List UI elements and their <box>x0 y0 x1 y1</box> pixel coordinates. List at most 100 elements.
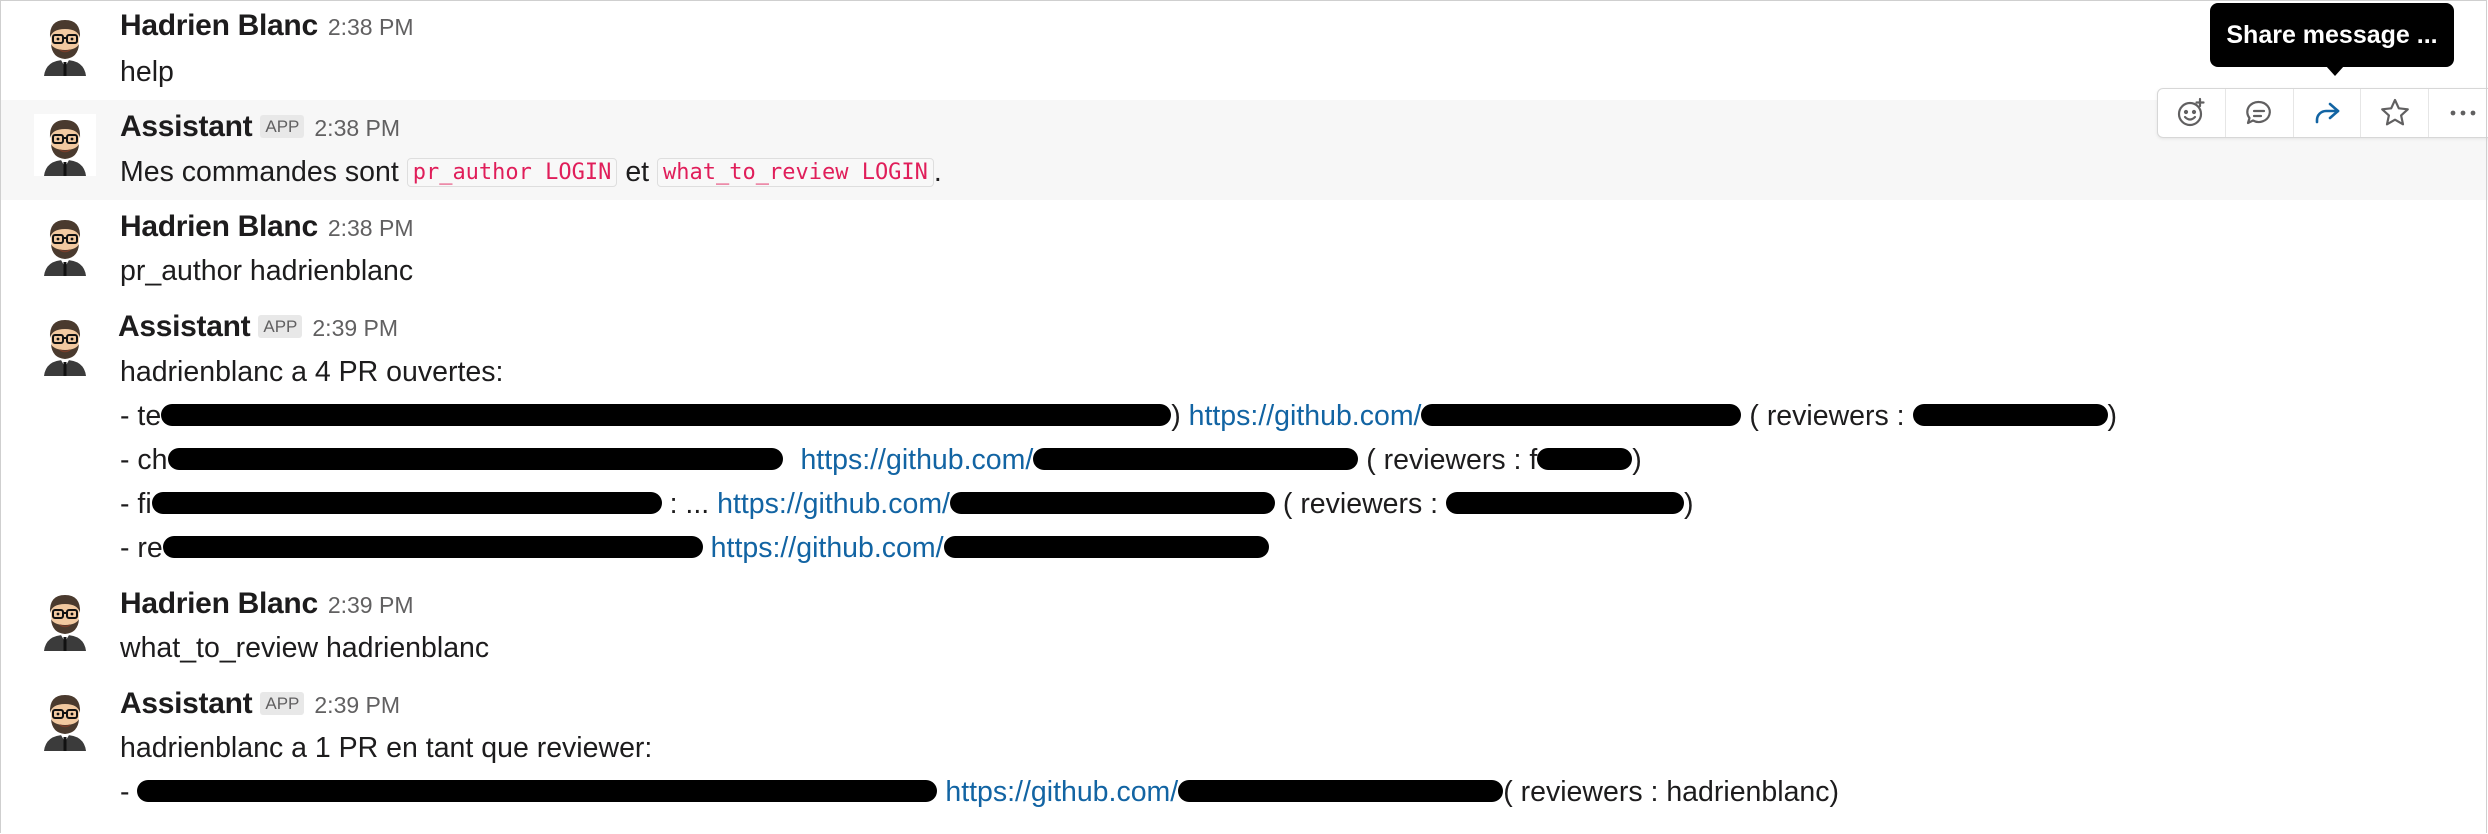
app-badge: APP <box>260 692 305 715</box>
list-prefix: - te <box>120 400 162 432</box>
redaction-bar <box>943 536 1269 559</box>
message-header: Assistant APP 2:39 PM <box>120 687 400 723</box>
avatar[interactable] <box>34 14 96 76</box>
link-text[interactable]: https://github.com/ <box>945 776 1178 808</box>
link-text[interactable]: https://github.com/ <box>1189 400 1422 432</box>
redaction-bar <box>161 404 1172 427</box>
redaction-bar <box>1537 448 1633 471</box>
timestamp[interactable]: 2:38 PM <box>328 14 414 40</box>
link-text[interactable]: https://github.com/ <box>800 444 1033 476</box>
list-text: ) <box>2107 400 2118 432</box>
timestamp[interactable]: 2:39 PM <box>328 592 414 618</box>
reviewers-label: ( reviewers : <box>1749 400 1905 432</box>
tooltip-arrow <box>2326 66 2344 76</box>
app-badge: APP <box>258 315 303 338</box>
inline-code: pr_author LOGIN <box>406 158 618 187</box>
redaction-bar <box>1033 448 1359 471</box>
add-reaction-icon <box>2178 97 2205 127</box>
github-link[interactable]: https://github.com/ <box>1189 400 1742 432</box>
reviewers-label: ( reviewers : hadrienblanc) <box>1503 776 1840 808</box>
more-actions-icon <box>2450 110 2475 116</box>
list-text: ) <box>1684 488 1694 520</box>
message-hadrien-help: Hadrien Blanc 2:38 PM help <box>0 0 2488 100</box>
message-text: help <box>120 56 174 88</box>
reply-thread-button[interactable] <box>2226 89 2294 137</box>
avatar[interactable] <box>34 114 96 176</box>
list-item: - te) https://github.com/ ( reviewers : … <box>120 400 2117 433</box>
redaction-bar <box>151 492 662 515</box>
message-text: Mes commandes sont pr_author LOGIN et wh… <box>120 156 942 189</box>
message-text: pr_author hadrienblanc <box>120 255 414 287</box>
message-text: hadrienblanc a 4 PR ouvertes: <box>120 356 504 388</box>
star-icon <box>2380 98 2409 126</box>
message-header: Hadrien Blanc 2:39 PM <box>120 587 413 623</box>
share-message-tooltip: Share message ... <box>2210 3 2454 67</box>
message-pane: Hadrien Blanc 2:38 PM help Assistant APP 2:… <box>0 0 2488 834</box>
inline-code: what_to_review LOGIN <box>657 158 934 187</box>
list-item: - ch https://github.com/ ( reviewers : f… <box>120 444 1642 477</box>
redaction-bar <box>167 448 783 471</box>
avatar[interactable] <box>34 214 96 276</box>
reviewers-label: ( reviewers : f <box>1366 444 1538 476</box>
message-text: what_to_review hadrienblanc <box>120 632 490 664</box>
avatar[interactable] <box>34 314 96 376</box>
more-actions-button[interactable] <box>2429 89 2488 137</box>
message-header: Hadrien Blanc 2:38 PM <box>120 210 413 246</box>
message-header: Assistant APP 2:39 PM <box>118 310 398 346</box>
link-text[interactable]: https://github.com/ <box>717 488 950 520</box>
redaction-bar <box>137 780 938 803</box>
list-prefix: - fi <box>120 488 152 520</box>
list-item: - fi : ... https://github.com/ ( reviewe… <box>120 488 1694 521</box>
author-name[interactable]: Hadrien Blanc <box>120 9 318 42</box>
reply-thread-icon <box>2246 100 2272 125</box>
redaction-bar <box>162 536 703 559</box>
text-segment: et <box>625 156 650 188</box>
redaction-bar <box>949 492 1275 515</box>
message-hadrien-pr-author: Hadrien Blanc 2:38 PM pr_author hadrienbl… <box>0 200 2488 300</box>
redaction-bar <box>1912 404 2108 427</box>
github-link[interactable]: https://github.com/ <box>717 488 1275 520</box>
avatar[interactable] <box>34 689 96 751</box>
share-message-button[interactable] <box>2294 89 2362 137</box>
author-name[interactable]: Assistant <box>120 110 253 143</box>
author-name[interactable]: Assistant <box>120 687 253 720</box>
timestamp[interactable]: 2:38 PM <box>314 115 400 141</box>
timestamp[interactable]: 2:39 PM <box>314 692 400 718</box>
list-prefix: - ch <box>120 444 168 476</box>
author-name[interactable]: Hadrien Blanc <box>120 587 318 620</box>
author-name[interactable]: Assistant <box>118 310 251 343</box>
message-assistant-review-list: Assistant APP 2:39 PM hadrienblanc a 1 PR … <box>0 675 2488 834</box>
star-button[interactable] <box>2361 89 2430 137</box>
text-segment: . <box>933 156 942 188</box>
github-link[interactable]: https://github.com/ <box>945 776 1504 808</box>
list-text: ) <box>1632 444 1642 476</box>
timestamp[interactable]: 2:39 PM <box>312 315 398 341</box>
link-text[interactable]: https://github.com/ <box>711 532 944 564</box>
app-badge: APP <box>260 115 305 138</box>
list-item: - re https://github.com/ <box>120 532 1269 565</box>
add-reaction-button[interactable] <box>2158 89 2226 137</box>
text-segment: Mes commandes sont <box>120 156 399 188</box>
message-actions-toolbar <box>2157 88 2488 138</box>
share-message-icon <box>2315 102 2340 124</box>
list-item: - https://github.com/ ( reviewers : hadri… <box>120 776 1839 809</box>
list-prefix: - <box>120 776 130 808</box>
message-hadrien-what-to-review: Hadrien Blanc 2:39 PM what_to_review hadr… <box>0 575 2488 675</box>
avatar[interactable] <box>34 589 96 651</box>
github-link[interactable]: https://github.com/ <box>800 444 1359 476</box>
author-name[interactable]: Hadrien Blanc <box>120 210 318 243</box>
timestamp[interactable]: 2:38 PM <box>328 215 414 241</box>
message-header: Hadrien Blanc 2:38 PM <box>120 9 413 45</box>
list-prefix: - re <box>120 532 163 564</box>
list-text: : ... <box>669 488 710 520</box>
redaction-bar <box>1446 492 1685 515</box>
message-assistant-pr-list: Assistant APP 2:39 PM hadrienblanc a 4 PR … <box>0 300 2488 575</box>
message-header: Assistant APP 2:38 PM <box>120 110 400 146</box>
github-link[interactable]: https://github.com/ <box>711 532 1269 564</box>
redaction-bar <box>1421 404 1742 427</box>
list-text: ) <box>1171 400 1181 432</box>
message-text: hadrienblanc a 1 PR en tant que reviewer… <box>120 732 653 764</box>
reviewers-label: ( reviewers : <box>1282 488 1439 520</box>
message-assistant-commands: Assistant APP 2:38 PM Mes commandes sont p… <box>0 100 2488 200</box>
redaction-bar <box>1178 780 1504 803</box>
